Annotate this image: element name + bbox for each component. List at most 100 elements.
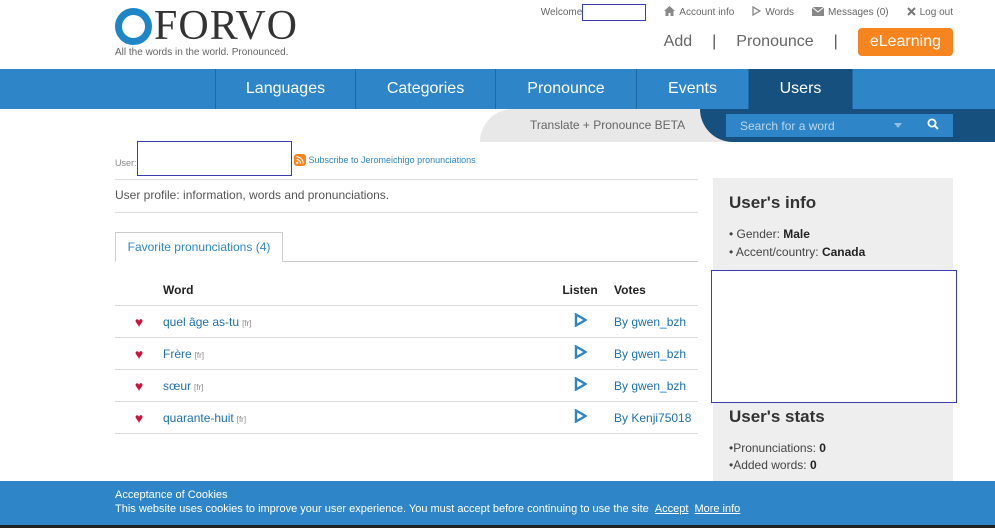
separator: | [833,33,838,50]
users-stats-title: User's stats [729,407,825,426]
cookie-more-info-link[interactable]: More info [694,503,740,515]
username-placeholder[interactable] [582,4,647,21]
logo-ring-icon [115,7,152,45]
messages-link[interactable]: Messages (0) [811,6,889,19]
heart-icon[interactable]: ♥ [135,379,143,393]
play-icon[interactable] [574,408,588,426]
elearning-button[interactable]: eLearning [857,28,953,56]
pronunciations-value: 0 [819,441,826,455]
gender-value: Male [783,227,810,241]
logout-link[interactable]: Log out [906,6,953,19]
votes-user-link[interactable]: By gwen_bzh [614,315,686,329]
votes-user-link[interactable]: By gwen_bzh [614,347,686,361]
users-info-title: User's info [729,193,817,212]
cookie-message: This website uses cookies to improve you… [115,503,740,515]
language-tag: [fr] [242,318,252,328]
envelope-icon [811,6,825,19]
header-word: Word [163,283,194,297]
votes-user-link[interactable]: By Kenji75018 [614,411,691,425]
logo-text: FORVO [154,3,299,49]
ad-placeholder [711,270,957,403]
nav-item-languages[interactable]: Languages [215,69,355,109]
messages-label: Messages (0) [828,7,889,18]
user-label: User: [115,157,137,168]
words-label: Words [765,7,795,18]
welcome: Welcome [541,4,647,21]
tab-bar: Favorite pronunciations (4) [115,232,698,262]
table-row: ♥ quel âge as-tu [fr] By gwen_bzh [115,306,698,338]
rss-icon [293,154,306,166]
profile-description: User profile: information, words and pro… [115,188,390,202]
play-outline-icon [752,5,762,19]
subscribe-link[interactable]: Subscribe to Jeromeichigo pronunciations [293,154,476,166]
chevron-down-icon[interactable] [894,123,902,128]
added-words-label: Added words: [733,458,807,472]
search-input[interactable]: Search for a word [726,114,913,137]
heart-icon[interactable]: ♥ [135,411,143,425]
account-info-label: Account info [679,7,735,18]
gender-label: Gender: [736,227,780,241]
added-words-line: •Added words: 0 [729,458,817,472]
nav-item-users[interactable]: Users [748,69,853,109]
heart-icon[interactable]: ♥ [135,347,143,361]
header-listen: Listen [562,283,598,297]
cookie-title: Acceptance of Cookies [115,489,228,501]
table-row: ♥ quarante-huit [fr] By Kenji75018 [115,402,698,434]
play-icon[interactable] [574,376,588,394]
tagline: All the words in the world. Pronounced. [115,47,289,58]
accent-value: Canada [821,245,866,259]
word-link[interactable]: quel âge as-tu [163,315,239,329]
main-nav-items: Languages Categories Pronounce Events Users [215,69,853,109]
translate-pronounce-link[interactable]: Translate + Pronounce BETA [530,118,685,132]
home-icon [664,6,676,19]
word-link[interactable]: Frère [163,347,192,361]
votes-user-link[interactable]: By gwen_bzh [614,379,686,393]
table-row: ♥ Frère [fr] By gwen_bzh [115,338,698,370]
language-tag: [fr] [194,350,205,360]
separator: | [712,33,717,50]
nav-item-pronounce[interactable]: Pronounce [495,69,636,109]
accent-label: Accent/country: [735,245,819,259]
heart-icon[interactable]: ♥ [135,315,143,329]
user-name-placeholder [136,141,292,176]
add-link[interactable]: Add [664,33,692,51]
words-link[interactable]: Words [752,5,795,19]
language-tag: [fr] [236,414,247,424]
search-placeholder: Search for a word [740,118,835,133]
added-words-value: 0 [809,458,817,472]
word-link[interactable]: sœur [163,379,191,393]
account-info-link[interactable]: Account info [664,6,734,19]
main-nav: Languages Categories Pronounce Events Users [0,69,995,109]
tab-favorite-pronunciations[interactable]: Favorite pronunciations (4) [115,232,283,262]
top-bar: Welcome Account info Words Messages (0) [541,4,953,21]
pronunciations-line: •Pronunciations: 0 [729,441,826,455]
language-tag: [fr] [194,382,204,392]
header-votes: Votes [614,283,646,297]
accent-line: • Accent/country: Canada [729,245,866,259]
gender-line: • Gender: Male [729,227,810,241]
search-button[interactable] [913,114,953,137]
search-icon [927,117,939,135]
forvo-logo[interactable]: FORVO [115,3,299,49]
play-icon[interactable] [574,344,588,362]
user-line: User: Subscribe to Jeromeichigo pronunci… [115,141,476,176]
subscribe-label: Subscribe to Jeromeichigo pronunciations [308,155,476,165]
logout-label: Log out [919,7,953,18]
nav-item-events[interactable]: Events [636,69,748,109]
nav-item-categories[interactable]: Categories [355,69,495,109]
close-icon [906,6,916,19]
divider [115,179,698,180]
table-row: ♥ sœur [fr] By gwen_bzh [115,370,698,402]
cookie-banner: Acceptance of Cookies This website uses … [0,481,995,525]
pronunciations-label: Pronunciations: [733,441,816,455]
favorites-table: Word Listen Votes ♥ quel âge as-tu [fr] By … [115,275,698,434]
word-link[interactable]: quarante-huit [163,411,234,425]
page: FORVO All the words in the world. Pronou… [0,0,995,528]
welcome-label: Welcome [540,7,583,18]
divider [115,212,698,213]
play-icon[interactable] [574,312,588,330]
table-header: Word Listen Votes [115,275,698,306]
pronounce-link[interactable]: Pronounce [736,33,813,51]
cookie-accept-link[interactable]: Accept [655,503,689,515]
table-body: ♥ quel âge as-tu [fr] By gwen_bzh ♥ Frère [fr]… [115,306,698,434]
